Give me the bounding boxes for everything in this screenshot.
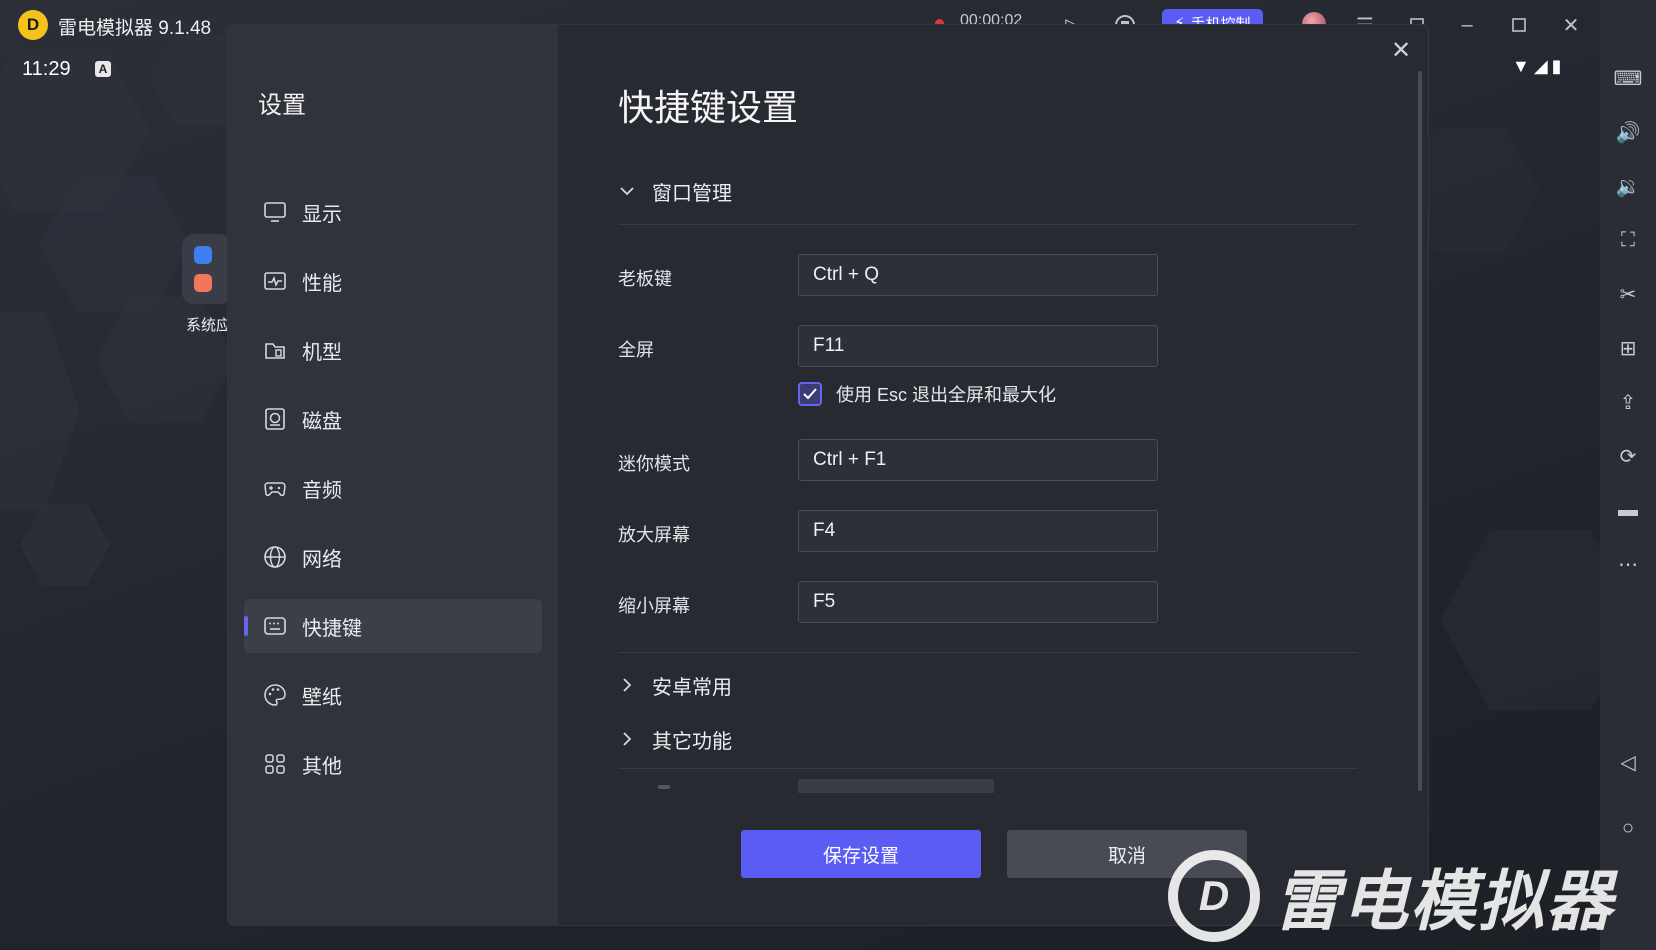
mini-mode-label: 迷你模式 (618, 454, 690, 474)
keyboard-icon (262, 613, 288, 639)
right-toolbar: ⌨ 🔊 🔉 ⛶ ✂ ⊞ ⇪ ⟳ ▬ ⋯ ◁ ○ (1600, 0, 1656, 950)
dialog-close-icon[interactable]: ✕ (1386, 35, 1416, 65)
zoom-out-input[interactable]: F5 (798, 581, 1158, 623)
screenshot-scissors-icon[interactable]: ✂ (1612, 278, 1644, 310)
volume-down-icon[interactable]: 🔉 (1612, 170, 1644, 202)
sidebar-item-wallpaper[interactable]: 壁纸 (244, 668, 542, 722)
sidebar-item-label: 壁纸 (302, 686, 342, 709)
sidebar-item-audio[interactable]: 音频 (244, 461, 542, 515)
app-logo-icon: D (18, 10, 48, 40)
esc-exit-checkbox[interactable]: 使用 Esc 退出全屏和最大化 (798, 381, 1056, 407)
settings-sidebar: 设置 显示 性能 机型 磁盘 音频 网络 快捷键 壁纸 其他 (228, 25, 558, 925)
bg-hexagon (1440, 530, 1600, 710)
zoom-out-label: 缩小屏幕 (618, 596, 690, 616)
sidebar-item-disk[interactable]: 磁盘 (244, 392, 542, 446)
checkbox-checked-icon[interactable] (798, 382, 822, 406)
sync-icon[interactable]: ⟳ (1612, 440, 1644, 472)
section-other-functions[interactable]: 其它功能 (618, 719, 1358, 759)
sidebar-item-label: 机型 (302, 341, 342, 364)
watermark-text: 雷电模拟器 (1274, 864, 1614, 938)
section-android-common[interactable]: 安卓常用 (618, 665, 1358, 705)
sidebar-item-label: 显示 (302, 203, 342, 226)
settings-app-icon (194, 246, 212, 264)
device-model-icon (262, 337, 288, 363)
fullscreen-label: 全屏 (618, 340, 654, 360)
sidebar-item-shortcuts[interactable]: 快捷键 (244, 599, 542, 653)
sidebar-item-display[interactable]: 显示 (244, 185, 542, 239)
clipped-row-label (658, 785, 670, 789)
globe-icon (262, 544, 288, 570)
fullscreen-icon[interactable]: ⛶ (1612, 224, 1644, 256)
keyboard-mapping-icon[interactable]: ⌨ (1612, 62, 1644, 94)
bg-hexagon (0, 311, 80, 509)
notification-a-icon: A (95, 61, 111, 77)
sidebar-item-label: 网络 (302, 548, 342, 571)
minimize-icon[interactable]: – (1450, 8, 1484, 42)
sidebar-item-other[interactable]: 其他 (244, 737, 542, 791)
sidebar-item-network[interactable]: 网络 (244, 530, 542, 584)
window-close-icon[interactable]: ✕ (1554, 8, 1588, 42)
disk-icon (262, 406, 288, 432)
system-apps-folder[interactable] (182, 234, 232, 304)
home-icon[interactable]: ○ (1612, 812, 1644, 844)
volume-up-icon[interactable]: 🔊 (1612, 116, 1644, 148)
grid-icon (262, 751, 288, 777)
maximize-icon[interactable] (1502, 8, 1536, 42)
clipped-row-input (798, 779, 994, 793)
divider (618, 768, 1358, 769)
settings-content: ✕ 快捷键设置 窗口管理 老板键 Ctrl + Q 全屏 F11 使用 Esc … (558, 25, 1428, 925)
sidebar-item-label: 音频 (302, 479, 342, 502)
status-time: 11:29 (22, 58, 71, 80)
gamepad-icon (262, 475, 288, 501)
chevron-down-icon (618, 186, 636, 196)
section-label: 窗口管理 (652, 182, 732, 205)
sidebar-item-device-model[interactable]: 机型 (244, 323, 542, 377)
page-title: 快捷键设置 (618, 87, 799, 128)
mini-mode-input[interactable]: Ctrl + F1 (798, 439, 1158, 481)
folder-icon[interactable]: ▬ (1612, 494, 1644, 526)
bg-hexagon (20, 504, 110, 586)
more-icon[interactable]: ⋯ (1612, 548, 1644, 580)
folder-label: 系统应 (186, 317, 230, 334)
palette-icon (262, 682, 288, 708)
chevron-right-icon (618, 731, 636, 747)
monitor-icon (262, 199, 288, 225)
boss-key-label: 老板键 (618, 269, 672, 289)
performance-icon (262, 268, 288, 294)
install-apk-icon[interactable]: ⇪ (1612, 386, 1644, 418)
boss-key-input[interactable]: Ctrl + Q (798, 254, 1158, 296)
brand-watermark: D 雷电模拟器 (1168, 848, 1614, 944)
sidebar-title: 设置 (258, 92, 306, 119)
section-window-management[interactable]: 窗口管理 (618, 171, 1358, 211)
settings-dialog: 设置 显示 性能 机型 磁盘 音频 网络 快捷键 壁纸 其他 ✕ 快捷键设置 窗… (228, 25, 1428, 925)
section-label: 其它功能 (652, 730, 732, 753)
gallery-app-icon (194, 274, 212, 292)
esc-exit-label: 使用 Esc 退出全屏和最大化 (836, 385, 1057, 405)
fullscreen-input[interactable]: F11 (798, 325, 1158, 367)
back-icon[interactable]: ◁ (1612, 746, 1644, 778)
save-settings-button[interactable]: 保存设置 (741, 830, 981, 878)
divider (618, 652, 1358, 653)
sidebar-item-label: 磁盘 (302, 410, 342, 433)
zoom-in-input[interactable]: F4 (798, 510, 1158, 552)
zoom-in-label: 放大屏幕 (618, 525, 690, 545)
watermark-logo-icon: D (1168, 850, 1260, 942)
add-multi-instance-icon[interactable]: ⊞ (1612, 332, 1644, 364)
sidebar-item-label: 快捷键 (302, 617, 362, 640)
section-label: 安卓常用 (652, 676, 732, 699)
sidebar-item-label: 其他 (302, 755, 342, 778)
content-scrollbar[interactable] (1418, 71, 1422, 791)
chevron-right-icon (618, 677, 636, 693)
divider (618, 224, 1358, 225)
sidebar-item-performance[interactable]: 性能 (244, 254, 542, 308)
app-title: 雷电模拟器 9.1.48 (58, 18, 212, 39)
status-signal-icons: ▼◢▮ (1512, 56, 1566, 76)
sidebar-item-label: 性能 (302, 272, 342, 295)
